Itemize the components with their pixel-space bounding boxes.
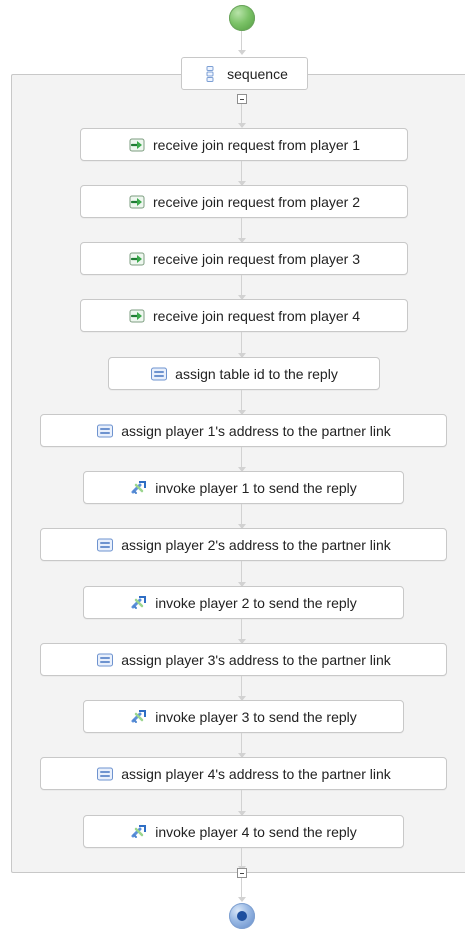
connector-line (241, 104, 242, 125)
activity-label: assign player 3's address to the partner… (121, 651, 391, 668)
activity-label: receive join request from player 1 (153, 136, 360, 153)
connector-line (241, 390, 242, 412)
connector-line (241, 504, 242, 526)
activity-label: invoke player 3 to send the reply (155, 708, 357, 725)
receive-icon (128, 193, 146, 211)
sequence-label-text: sequence (227, 65, 288, 82)
invoke-icon (130, 708, 148, 726)
connector-arrow (238, 50, 246, 55)
activity-label: assign player 1's address to the partner… (121, 422, 391, 439)
connector-line (241, 161, 242, 183)
activity-label: receive join request from player 4 (153, 307, 360, 324)
activity-assign-player-3-address[interactable]: assign player 3's address to the partner… (40, 643, 447, 676)
connector-line (241, 31, 242, 52)
activity-assign-player-2-address[interactable]: assign player 2's address to the partner… (40, 528, 447, 561)
connector-line (241, 275, 242, 297)
connector-line (241, 619, 242, 641)
activity-receive-player-1[interactable]: receive join request from player 1 (80, 128, 408, 161)
connector-line (241, 878, 242, 899)
sequence-node[interactable]: sequence (181, 57, 308, 90)
activity-assign-player-1-address[interactable]: assign player 1's address to the partner… (40, 414, 447, 447)
activity-label: assign player 2's address to the partner… (121, 536, 391, 553)
invoke-icon (130, 594, 148, 612)
activity-label: assign table id to the reply (175, 365, 338, 382)
sequence-icon (201, 65, 219, 83)
activity-label: assign player 4's address to the partner… (121, 765, 391, 782)
activity-invoke-player-3[interactable]: invoke player 3 to send the reply (83, 700, 404, 733)
activity-assign-player-4-address[interactable]: assign player 4's address to the partner… (40, 757, 447, 790)
start-node-icon[interactable] (229, 5, 255, 31)
connector-arrow (238, 897, 246, 902)
activity-invoke-player-2[interactable]: invoke player 2 to send the reply (83, 586, 404, 619)
connector-line (241, 848, 242, 868)
activity-label: invoke player 4 to send the reply (155, 823, 357, 840)
connector-line (241, 447, 242, 469)
assign-icon (150, 365, 168, 383)
activity-receive-player-2[interactable]: receive join request from player 2 (80, 185, 408, 218)
invoke-icon (130, 479, 148, 497)
activity-invoke-player-1[interactable]: invoke player 1 to send the reply (83, 471, 404, 504)
connector-line (241, 332, 242, 355)
receive-icon (128, 307, 146, 325)
end-node-icon[interactable] (229, 903, 255, 929)
assign-icon (96, 765, 114, 783)
receive-icon (128, 250, 146, 268)
activity-label: receive join request from player 2 (153, 193, 360, 210)
activity-label: invoke player 1 to send the reply (155, 479, 357, 496)
assign-icon (96, 422, 114, 440)
activity-label: receive join request from player 3 (153, 250, 360, 267)
assign-icon (96, 536, 114, 554)
connector-line (241, 218, 242, 240)
assign-icon (96, 651, 114, 669)
invoke-icon (130, 823, 148, 841)
activity-receive-player-3[interactable]: receive join request from player 3 (80, 242, 408, 275)
receive-icon (128, 136, 146, 154)
activity-receive-player-4[interactable]: receive join request from player 4 (80, 299, 408, 332)
bpel-sequence-diagram: sequence receive join request from playe… (0, 0, 465, 932)
collapse-icon[interactable] (237, 868, 247, 878)
activity-assign-table-id[interactable]: assign table id to the reply (108, 357, 380, 390)
activity-invoke-player-4[interactable]: invoke player 4 to send the reply (83, 815, 404, 848)
connector-line (241, 676, 242, 698)
activity-label: invoke player 2 to send the reply (155, 594, 357, 611)
connector-line (241, 790, 242, 813)
connector-line (241, 733, 242, 755)
collapse-icon[interactable] (237, 94, 247, 104)
connector-line (241, 561, 242, 584)
